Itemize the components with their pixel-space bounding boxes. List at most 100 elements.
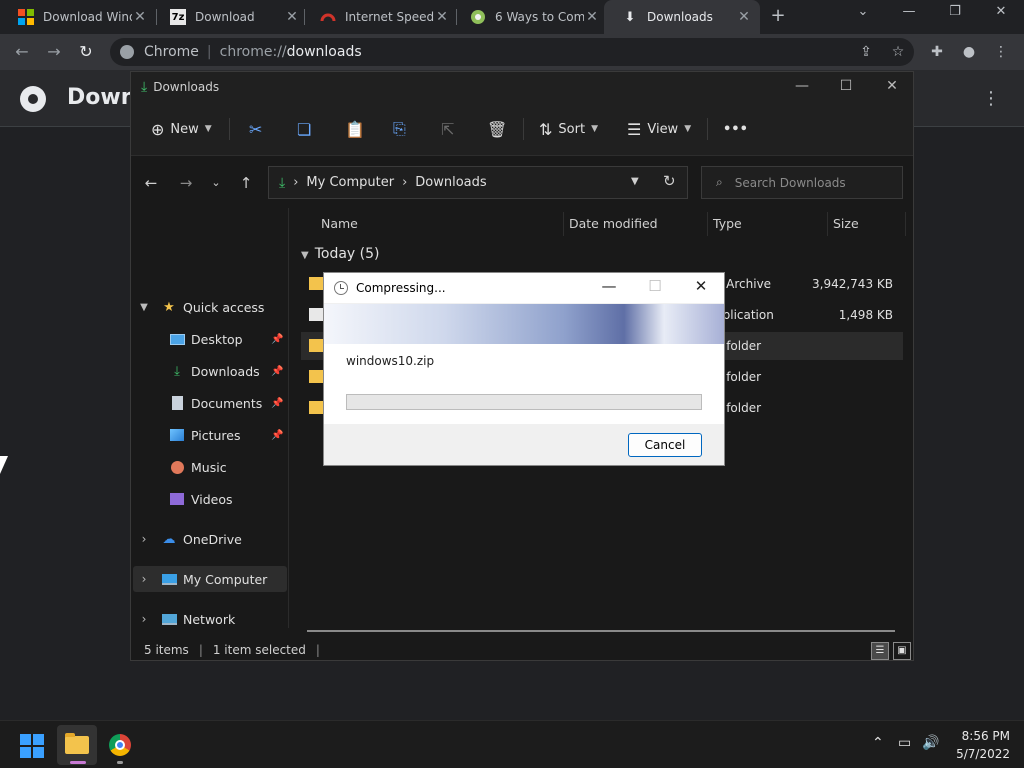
taskbar-file-explorer[interactable] — [57, 725, 97, 765]
close-icon[interactable]: ✕ — [284, 9, 300, 25]
forward-button[interactable]: → — [42, 40, 66, 64]
refresh-icon[interactable]: ↻ — [663, 172, 676, 190]
address-bar[interactable]: Chrome | chrome://downloads — [110, 38, 914, 66]
search-input[interactable]: ⌕ Search Downloads — [701, 166, 903, 199]
close-icon[interactable]: ✕ — [736, 9, 752, 25]
windows-start-icon[interactable] — [20, 734, 44, 758]
taskbar-time[interactable]: 8:56 PM — [950, 729, 1010, 743]
compress-filename: windows10.zip — [346, 354, 435, 368]
nav-documents[interactable]: Documents 📌 — [169, 390, 289, 416]
column-header-name[interactable]: Name — [321, 216, 358, 231]
close-icon[interactable]: ✕ — [434, 9, 450, 25]
volume-icon[interactable]: 🔊 — [922, 735, 939, 751]
share-icon[interactable]: ⇪ — [856, 42, 876, 62]
network-icon — [161, 612, 177, 626]
copy-button[interactable]: ❏ — [297, 118, 317, 140]
column-header-date[interactable]: Date modified — [569, 216, 658, 231]
close-icon[interactable]: ✕ — [132, 9, 148, 25]
cancel-button[interactable]: Cancel — [628, 433, 702, 457]
maximize-icon[interactable]: ☐ — [831, 78, 861, 94]
tab-download[interactable]: 7z Download ✕ — [152, 0, 308, 34]
dialog-title: Compressing... — [356, 281, 446, 295]
separator — [523, 118, 524, 140]
nav-label: My Computer — [183, 571, 268, 587]
column-separator[interactable] — [563, 212, 564, 236]
running-indicator — [70, 761, 86, 764]
network-icon[interactable]: ▭ — [898, 735, 911, 751]
taskbar-date[interactable]: 5/7/2022 — [950, 747, 1010, 761]
nav-network[interactable]: › Network — [137, 606, 236, 632]
show-hidden-icons-icon[interactable]: ⌃ — [872, 735, 884, 751]
tab-internet-speed[interactable]: Internet Speed ✕ — [302, 0, 458, 34]
taskbar-chrome[interactable] — [100, 725, 140, 765]
path-bar[interactable]: ⤓ › My Computer › Downloads — [268, 166, 688, 199]
pin-icon: 📌 — [271, 397, 284, 409]
up-button[interactable]: ↑ — [235, 172, 257, 194]
rename-button[interactable]: ⎘ — [393, 118, 412, 140]
close-window-icon[interactable]: ✕ — [986, 4, 1016, 19]
chevron-down-icon: ▼ — [204, 124, 212, 134]
recent-locations-button[interactable]: ⌄ — [205, 172, 227, 194]
minimize-icon[interactable]: — — [594, 277, 624, 295]
new-tab-button[interactable]: + — [768, 6, 788, 26]
tab-search-icon[interactable]: ⌄ — [848, 4, 878, 19]
column-header-size[interactable]: Size — [833, 216, 859, 231]
back-button[interactable]: ← — [10, 40, 34, 64]
column-header-type[interactable]: Type — [713, 216, 742, 231]
close-icon[interactable]: ✕ — [686, 277, 716, 295]
nav-label: Downloads — [191, 363, 260, 379]
tiles-view-icon[interactable]: ▣ — [893, 642, 911, 660]
restore-icon[interactable]: ❐ — [940, 4, 970, 19]
status-separator: | — [198, 643, 203, 657]
chevron-down-icon[interactable]: ▼ — [631, 176, 639, 187]
details-view-icon[interactable]: ☰ — [871, 642, 889, 660]
download-icon: ⤓ — [279, 174, 286, 191]
view-button[interactable]: ☰ View ▼ — [627, 118, 691, 140]
chevron-down-icon: ▼ — [140, 301, 148, 313]
nav-music[interactable]: Music — [169, 454, 227, 480]
group-label: Today (5) — [314, 246, 380, 262]
close-icon[interactable]: ✕ — [584, 9, 600, 25]
column-separator[interactable] — [905, 212, 906, 236]
clock-icon — [334, 281, 348, 295]
browser-menu-icon[interactable]: ⋮ — [991, 42, 1011, 62]
new-button[interactable]: ⊕ New ▼ — [151, 118, 212, 140]
nav-videos[interactable]: Videos — [169, 486, 233, 512]
delete-button[interactable]: 🗑 — [487, 118, 513, 140]
more-options-icon[interactable]: ⋮ — [982, 88, 1000, 109]
share-button[interactable]: ⇱ — [441, 118, 460, 140]
breadcrumb-folder[interactable]: Downloads — [415, 175, 486, 190]
tab-title: 6 Ways to Comp — [495, 10, 584, 24]
breadcrumb-root[interactable]: My Computer — [306, 175, 394, 190]
horizontal-scrollbar[interactable] — [307, 630, 895, 632]
nav-my-computer[interactable]: › My Computer — [137, 566, 268, 592]
view-toggle: ☰ ▣ — [867, 642, 911, 660]
tab-title: Downloads — [647, 10, 713, 24]
tab-download-windows[interactable]: Download Windows ✕ — [0, 0, 156, 34]
extensions-icon[interactable]: ✚ — [927, 42, 947, 62]
column-separator[interactable] — [707, 212, 708, 236]
nav-quick-access[interactable]: ▼ ★ Quick access — [137, 294, 264, 320]
profile-icon[interactable]: ● — [959, 42, 979, 62]
reload-button[interactable]: ↻ — [74, 40, 98, 64]
cut-button[interactable]: ✂ — [249, 118, 268, 140]
paste-button[interactable]: 📋 — [345, 118, 371, 140]
forward-button[interactable]: → — [175, 172, 197, 194]
sort-button[interactable]: ⇅ Sort ▼ — [539, 118, 598, 140]
nav-desktop[interactable]: Desktop 📌 — [169, 326, 289, 352]
back-button[interactable]: ← — [140, 172, 162, 194]
nav-pictures[interactable]: Pictures 📌 — [169, 422, 289, 448]
column-separator[interactable] — [827, 212, 828, 236]
download-icon: ⬇ — [624, 9, 636, 25]
star-icon: ★ — [163, 299, 175, 315]
bookmark-star-icon[interactable]: ☆ — [888, 42, 908, 62]
minimize-icon[interactable]: — — [787, 78, 817, 94]
nav-onedrive[interactable]: › ☁ OneDrive — [137, 526, 242, 552]
tab-6-ways[interactable]: 6 Ways to Comp ✕ — [452, 0, 608, 34]
close-icon[interactable]: ✕ — [877, 78, 907, 94]
tab-downloads[interactable]: ⬇ Downloads ✕ — [604, 0, 760, 34]
more-button[interactable]: ••• — [723, 118, 748, 140]
nav-downloads[interactable]: ⤓ Downloads 📌 — [169, 358, 289, 384]
minimize-icon[interactable]: — — [894, 4, 924, 19]
group-header-today[interactable]: ▼ Today (5) — [301, 246, 379, 262]
